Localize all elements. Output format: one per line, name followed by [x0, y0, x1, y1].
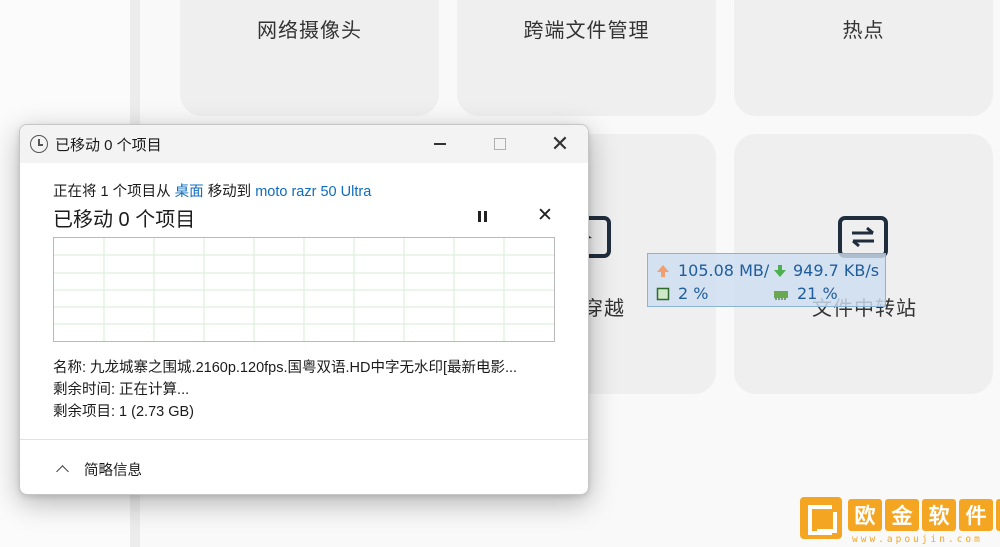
watermark-char: 金: [885, 499, 919, 531]
pause-button[interactable]: [478, 211, 488, 222]
details-label: 简略信息: [84, 463, 142, 479]
dialog-titlebar[interactable]: 已移动 0 个项目 ✕: [20, 125, 588, 163]
memory-usage: 21 %: [797, 283, 838, 303]
upload-speed: 105.08 MB/: [678, 260, 770, 280]
items-remaining-line: 剩余项目: 1 (2.73 GB): [53, 404, 195, 420]
dialog-title: 已移动 0 个项目: [55, 137, 162, 154]
file-move-dialog: 已移动 0 个项目 ✕ 正在将 1 个项目从 桌面 移动到 moto razr …: [19, 124, 589, 495]
tile-hotspot[interactable]: 热点: [734, 0, 993, 116]
status-prefix: 正在将 1 个项目从: [53, 184, 171, 200]
maximize-icon: [494, 138, 506, 150]
cpu-usage: 2 %: [678, 283, 709, 303]
watermark-char: 园: [996, 499, 1000, 531]
tile-label: 跨端文件管理: [523, 20, 650, 42]
file-name-line: 名称: 九龙城寨之围城.2160p.120fps.国粤双语.HD中字无水印[最新…: [53, 360, 518, 376]
tile-webcam[interactable]: 网络摄像头: [180, 0, 439, 116]
network-monitor-overlay[interactable]: 105.08 MB/ 949.7 KB/s 2 % 21 %: [647, 253, 886, 307]
download-speed: 949.7 KB/s: [793, 260, 880, 280]
source-link[interactable]: 桌面: [175, 184, 204, 200]
download-arrow-icon: [773, 263, 787, 277]
watermark-char: 欧: [848, 499, 882, 531]
tile-label: 网络摄像头: [257, 20, 362, 42]
pause-icon: [478, 211, 481, 222]
fewer-details-toggle[interactable]: 简略信息: [56, 459, 142, 480]
transfer-speed-graph: [53, 237, 555, 342]
memory-icon: [773, 286, 788, 300]
destination-link[interactable]: moto razr 50 Ultra: [255, 184, 371, 200]
transfer-arrows-icon: [838, 216, 888, 258]
watermark: 欧 金 软 件 园 www.apoujin.com: [800, 497, 1000, 547]
status-mid: 移动到: [207, 184, 252, 200]
time-remaining-line: 剩余时间: 正在计算...: [53, 382, 190, 398]
chevron-up-icon: [56, 465, 69, 478]
watermark-char: 软: [922, 499, 956, 531]
progress-heading: 已移动 0 个项目: [53, 209, 196, 231]
close-icon: ✕: [550, 131, 570, 156]
graph-grid: [54, 238, 554, 341]
close-button[interactable]: ✕: [537, 125, 583, 163]
dialog-divider: [20, 439, 588, 440]
tile-label: 热点: [842, 20, 885, 42]
cancel-button[interactable]: ✕: [537, 204, 553, 227]
minimize-icon: [434, 143, 446, 145]
tile-label: 穿越: [583, 298, 625, 320]
clock-icon: [30, 135, 48, 153]
cpu-icon: [656, 286, 670, 301]
watermark-logo-icon: [800, 497, 842, 539]
minimize-button[interactable]: [417, 125, 463, 163]
maximize-button[interactable]: [477, 125, 523, 163]
status-line: 正在将 1 个项目从 桌面 移动到 moto razr 50 Ultra: [53, 180, 371, 201]
watermark-char: 件: [959, 499, 993, 531]
watermark-title: 欧 金 软 件 园: [848, 499, 1000, 531]
tile-cross-file-manager[interactable]: 跨端文件管理: [457, 0, 716, 116]
watermark-url: www.apoujin.com: [852, 534, 983, 545]
upload-arrow-icon: [656, 263, 670, 277]
cancel-icon: ✕: [537, 205, 553, 226]
